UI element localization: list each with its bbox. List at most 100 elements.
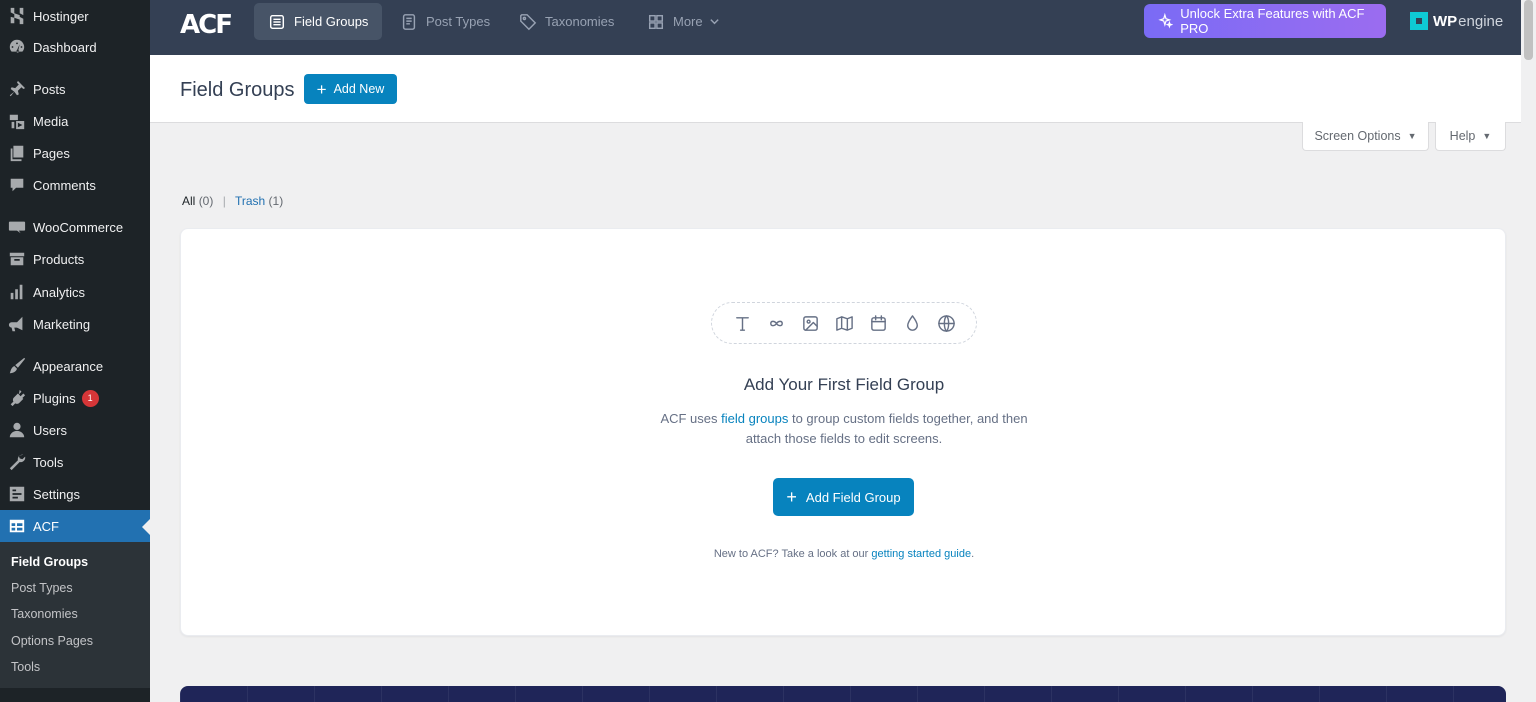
screen-options-label: Screen Options <box>1314 129 1401 143</box>
sparkle-icon <box>1158 13 1174 29</box>
infinity-icon <box>764 311 788 335</box>
submenu-post-types[interactable]: Post Types <box>11 581 73 595</box>
sidebar-item-label: WooCommerce <box>33 219 124 235</box>
sidebar-item-products[interactable]: Products <box>0 243 150 275</box>
tab-taxonomies[interactable]: Taxonomies <box>505 3 628 40</box>
droplet-icon <box>900 311 924 335</box>
plus-icon: + <box>316 79 327 99</box>
field-groups-link[interactable]: field groups <box>721 411 788 426</box>
help-button[interactable]: Help ▼ <box>1435 122 1506 151</box>
guide-text-after: . <box>971 548 975 560</box>
wpengine-logo[interactable]: WP engine <box>1410 12 1503 30</box>
caret-down-icon: ▼ <box>1482 131 1492 141</box>
text-icon <box>730 311 754 335</box>
getting-started-link[interactable]: getting started guide <box>871 548 971 560</box>
pages-icon <box>7 143 27 163</box>
acf-logo[interactable]: ACF <box>180 10 233 40</box>
settings-icon <box>7 484 27 504</box>
sidebar-item-hostinger[interactable]: Hostinger <box>0 0 150 32</box>
update-count-badge: 1 <box>81 389 99 407</box>
pin-icon <box>7 79 27 99</box>
image-icon <box>798 311 822 335</box>
sidebar-item-tools[interactable]: Tools <box>0 446 150 478</box>
submenu-options-pages[interactable]: Options Pages <box>11 634 93 648</box>
empty-state-title: Add Your First Field Group <box>743 375 945 394</box>
sidebar-item-label: Products <box>33 251 85 267</box>
tab-post-types[interactable]: Post Types <box>386 3 504 40</box>
sidebar-item-label: Dashboard <box>33 39 97 55</box>
screen-options-button[interactable]: Screen Options ▼ <box>1302 122 1429 151</box>
submenu-taxonomies[interactable]: Taxonomies <box>11 607 78 621</box>
sidebar-item-label: Analytics <box>33 284 86 300</box>
sidebar-item-plugins[interactable]: Plugins 1 <box>0 382 150 414</box>
page-title: Field Groups <box>180 79 295 101</box>
acf-admin-toolbar: ACF Field Groups Post Types Taxonomies M… <box>150 0 1536 55</box>
sidebar-item-settings[interactable]: Settings <box>0 478 150 510</box>
tab-label: Taxonomies <box>545 14 615 29</box>
acf-table-icon <box>7 516 27 536</box>
filter-all-count: (0) <box>198 194 214 208</box>
add-field-group-button[interactable]: + Add Field Group <box>773 478 914 516</box>
tab-label: Post Types <box>426 14 491 29</box>
sidebar-item-label: Settings <box>33 486 80 502</box>
sidebar-item-dashboard[interactable]: Dashboard <box>0 31 150 63</box>
page-header: Field Groups + Add New <box>150 55 1536 123</box>
sidebar-item-pages[interactable]: Pages <box>0 137 150 169</box>
chevron-down-icon <box>709 19 719 25</box>
grid-icon <box>648 14 664 29</box>
submenu-tools[interactable]: Tools <box>11 660 40 674</box>
empty-state-card: Add Your First Field Group ACF uses fiel… <box>180 228 1506 636</box>
sidebar-item-label: Comments <box>33 177 96 193</box>
wpengine-mark-icon <box>1410 12 1428 30</box>
filter-trash[interactable]: Trash <box>235 194 265 208</box>
plus-icon: + <box>786 487 797 507</box>
scrollbar-thumb[interactable] <box>1524 0 1533 60</box>
add-new-button[interactable]: + Add New <box>304 74 397 104</box>
megaphone-icon <box>7 314 27 334</box>
dashboard-icon <box>7 37 27 57</box>
submenu-field-groups[interactable]: Field Groups <box>11 555 88 569</box>
bar-chart-icon <box>7 282 27 302</box>
sidebar-item-acf[interactable]: ACF <box>0 510 150 542</box>
unlock-pro-button[interactable]: Unlock Extra Features with ACF PRO <box>1144 4 1386 38</box>
sidebar-item-comments[interactable]: Comments <box>0 169 150 201</box>
filter-all[interactable]: All <box>182 194 195 208</box>
page-scrollbar[interactable] <box>1521 0 1536 702</box>
help-label: Help <box>1449 129 1476 143</box>
sidebar-item-label: Plugins <box>33 390 76 406</box>
sidebar-item-woocommerce[interactable]: WooCommerce <box>0 211 150 243</box>
sidebar-item-media[interactable]: Media <box>0 105 150 137</box>
add-new-label: Add New <box>333 82 385 96</box>
user-icon <box>7 420 27 440</box>
comment-icon <box>7 175 27 195</box>
sidebar-item-marketing[interactable]: Marketing <box>0 308 150 340</box>
plug-icon <box>7 388 27 408</box>
sidebar-item-users[interactable]: Users <box>0 414 150 446</box>
tab-more[interactable]: More <box>633 3 734 40</box>
getting-started-note: New to ACF? Take a look at our getting s… <box>181 548 1507 560</box>
sidebar-item-posts[interactable]: Posts <box>0 73 150 105</box>
media-icon <box>7 111 27 131</box>
desc-text-before: ACF uses <box>660 411 722 426</box>
desc-text-after: to group custom fields together, and the… <box>745 411 1028 446</box>
sidebar-item-label: Tools <box>33 454 64 470</box>
document-icon <box>402 13 416 30</box>
tag-icon <box>520 13 537 30</box>
status-filter-links: All (0) | Trash (1) <box>182 194 284 208</box>
tab-label: Field Groups <box>294 14 369 29</box>
sidebar-item-label: Hostinger <box>33 8 89 24</box>
hostinger-icon <box>7 6 27 26</box>
sidebar-item-appearance[interactable]: Appearance <box>0 350 150 382</box>
paintbrush-icon <box>7 356 27 376</box>
sidebar-item-label: Appearance <box>33 358 104 374</box>
sidebar-item-label: Media <box>33 113 69 129</box>
archive-icon <box>7 249 27 269</box>
sidebar-item-label: Marketing <box>33 316 91 332</box>
sidebar-item-analytics[interactable]: Analytics <box>0 276 150 308</box>
list-icon <box>269 14 285 29</box>
tab-label: More <box>673 14 703 29</box>
sidebar-item-label: Users <box>33 422 67 438</box>
wpengine-logo-bold: WP <box>1433 12 1458 30</box>
tab-field-groups[interactable]: Field Groups <box>254 3 383 40</box>
sidebar-item-label: Posts <box>33 81 66 97</box>
